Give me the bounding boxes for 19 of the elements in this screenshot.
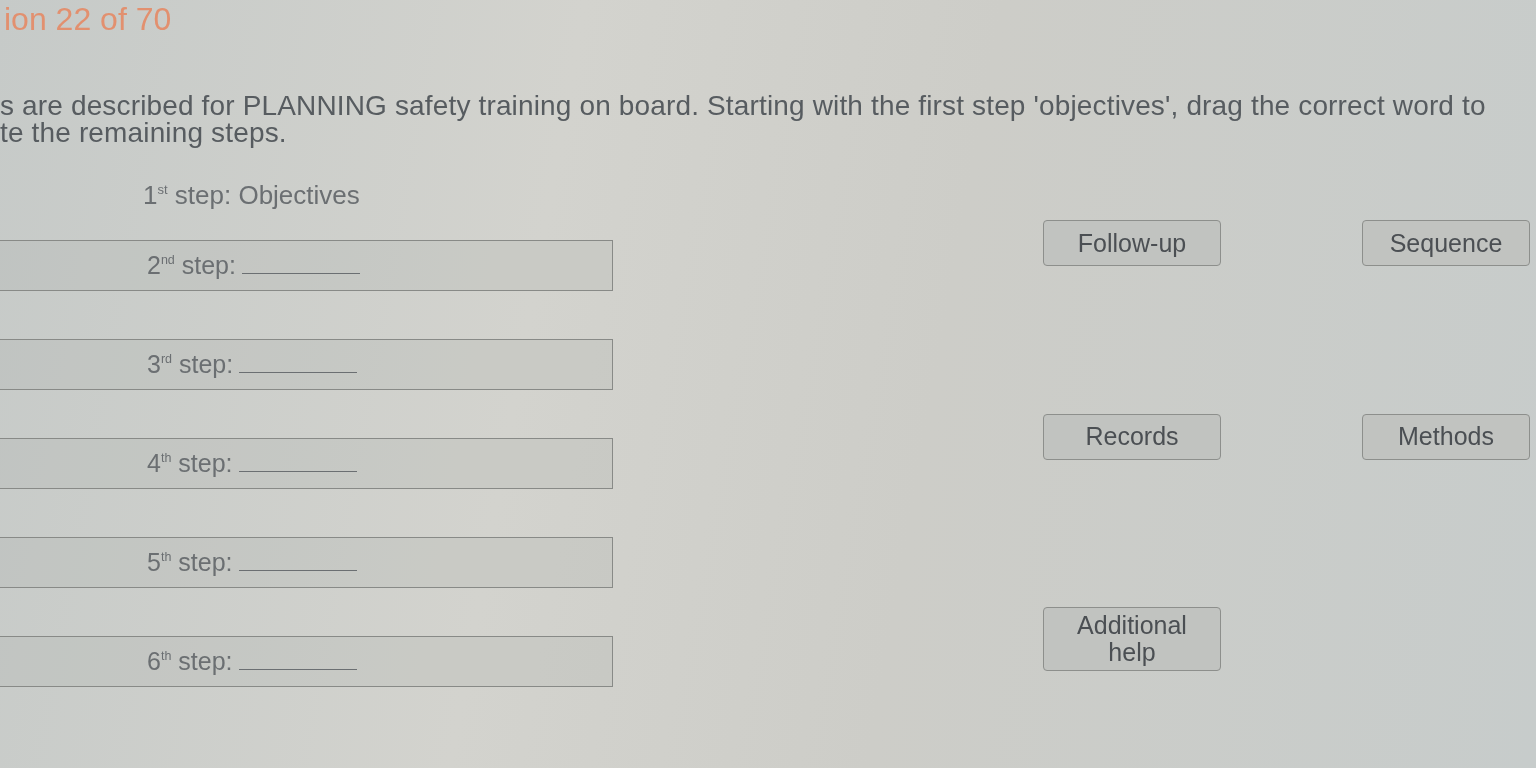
step-label: 4$^{th}$ step: (147, 449, 233, 478)
instruction-text: te the remaining steps. (0, 119, 287, 146)
word-tile[interactable]: Sequence (1362, 220, 1530, 266)
word-tile[interactable]: Follow-up (1043, 220, 1221, 266)
step-label: 5$^{th}$ step: (147, 548, 233, 577)
drop-zone[interactable]: 2$^{nd}$ step: (0, 240, 613, 291)
question-counter: ion 22 of 70 (3, 0, 172, 38)
word-tile[interactable]: Records (1043, 413, 1221, 460)
instruction-text: s are described for PLANNING safety training on board. Starting with the first step 'objectives', drag the correct word to (0, 92, 1486, 119)
drop-zone[interactable]: 3$^{rd}$ step: (0, 339, 613, 390)
step-label: 1$^{st}$ step: Objectives (143, 179, 360, 212)
word-tile[interactable]: Additional help (1043, 607, 1221, 672)
drop-zone[interactable]: 6$^{th}$ step: (0, 636, 613, 687)
word-tile[interactable]: Methods (1362, 413, 1530, 460)
step-label: 2$^{nd}$ step: (147, 251, 236, 280)
drop-zone[interactable]: 4$^{th}$ step: (0, 438, 613, 489)
step-label: 3$^{rd}$ step: (147, 350, 234, 379)
drop-zone[interactable]: 5$^{th}$ step: (0, 537, 613, 588)
step-label: 6$^{th}$ step: (147, 647, 233, 676)
